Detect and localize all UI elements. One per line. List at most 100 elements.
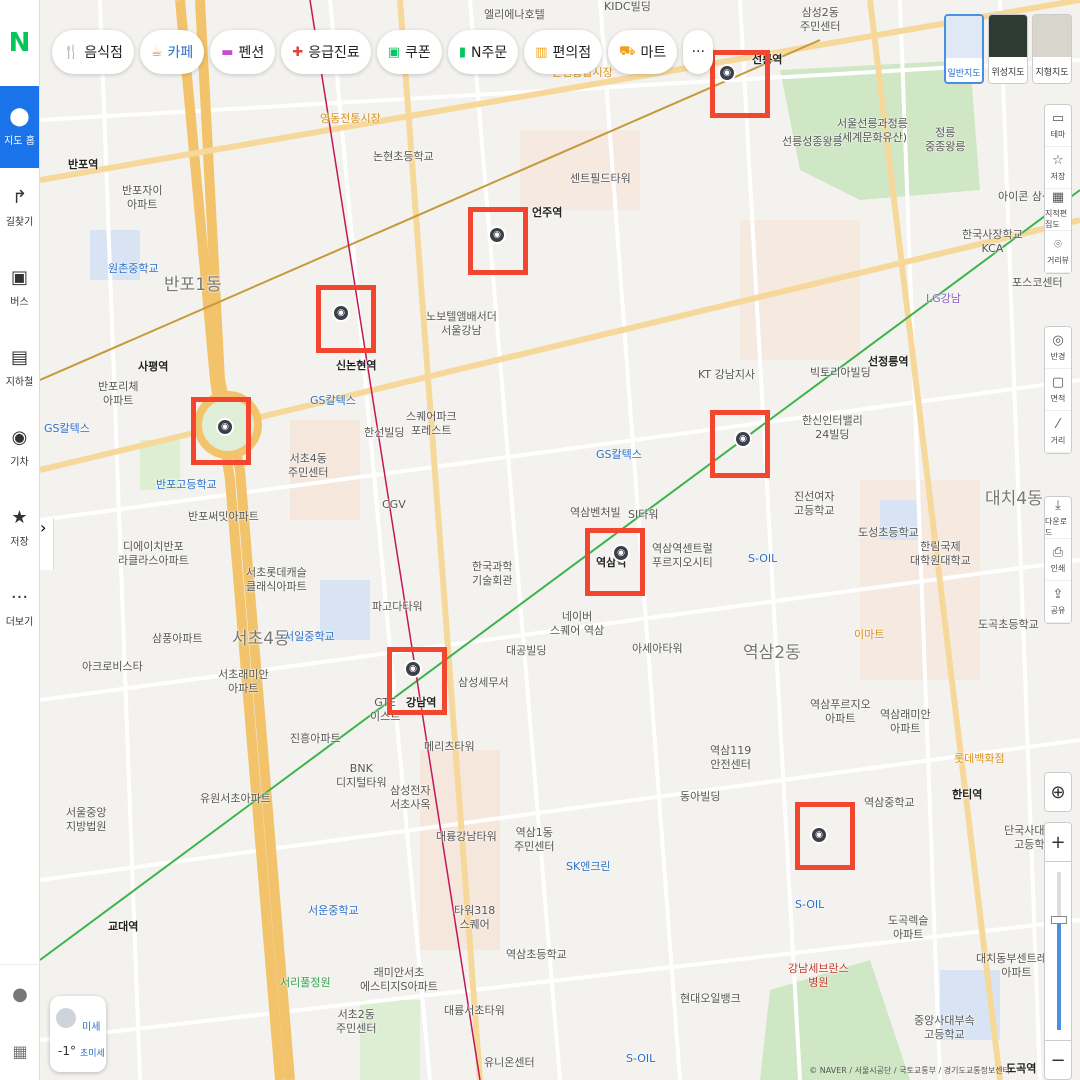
rail-item-more[interactable]: ··· 더보기 <box>0 568 39 648</box>
zoom-slider[interactable] <box>1044 862 1072 1040</box>
poi-label[interactable]: 유원서초아파트 <box>200 792 271 806</box>
poi-label[interactable]: GS칼텍스 <box>44 422 90 436</box>
poi-label[interactable]: 서리풀정원 <box>280 976 331 990</box>
apps-grid-icon[interactable]: ▦ <box>12 1042 27 1061</box>
rail-item-bus[interactable]: ▣ 버스 <box>0 248 39 328</box>
rail-item-subway[interactable]: ▤ 지하철 <box>0 328 39 408</box>
station-label[interactable]: 한티역 <box>952 788 982 802</box>
poi-label[interactable]: 노보텔앰배서더 서울강남 <box>426 310 497 338</box>
poi-label[interactable]: 삼성전자 서초사옥 <box>390 784 430 812</box>
poi-label[interactable]: GS칼텍스 <box>310 394 356 408</box>
poi-label[interactable]: 역삼초등학교 <box>506 948 567 962</box>
poi-label[interactable]: 강남세브란스 병원 <box>788 962 849 990</box>
poi-label[interactable]: 역삼푸르지오 아파트 <box>810 698 871 726</box>
poi-label[interactable]: 중앙사대부속 고등학교 <box>914 1014 975 1042</box>
poi-label[interactable]: 대륭강남타워 <box>436 830 497 844</box>
tool-radius[interactable]: ◎ 반경 <box>1045 327 1071 369</box>
rail-item-directions[interactable]: ↱ 길찾기 <box>0 168 39 248</box>
chip-n-order[interactable]: ▮ N주문 <box>447 30 519 74</box>
poi-label[interactable]: 역삼벤처빌 <box>570 506 621 520</box>
poi-label[interactable]: 엘리에나호텔 <box>484 8 545 22</box>
poi-label[interactable]: S-OIL <box>748 552 777 566</box>
poi-label[interactable]: 네이버 스퀘어 역삼 <box>550 610 604 638</box>
poi-label[interactable]: 도성초등학교 <box>858 526 919 540</box>
poi-label[interactable]: 서초4동 주민센터 <box>288 452 328 480</box>
poi-label[interactable]: 현대오일뱅크 <box>680 992 741 1006</box>
poi-label[interactable]: 서초롯데캐슬 클래식아파트 <box>246 566 307 594</box>
station-label[interactable]: 신논현역 <box>336 359 376 373</box>
station-label[interactable]: 선정릉역 <box>868 355 908 369</box>
poi-label[interactable]: SK엔크린 <box>566 860 611 874</box>
poi-label[interactable]: 대공빌딩 <box>506 644 546 658</box>
poi-label[interactable]: 정릉 중종왕릉 <box>925 126 965 154</box>
map-canvas[interactable]: 반포1동 서초4동 대치4동 역삼2동 반포역 사평역 신논현역 언주역 선릉역… <box>40 0 1080 1080</box>
poi-label[interactable]: 삼성세무서 <box>458 676 509 690</box>
poi-label[interactable]: 한국과학 기술회관 <box>472 560 512 588</box>
naver-logo[interactable]: N <box>0 0 39 86</box>
chip-restaurant[interactable]: 🍴 음식점 <box>52 30 134 74</box>
poi-label[interactable]: GS칼텍스 <box>596 448 642 462</box>
poi-label[interactable]: 반포써밋아파트 <box>188 510 259 524</box>
poi-label[interactable]: 서울중앙 지방법원 <box>66 806 106 834</box>
poi-label[interactable]: 서울선릉과정릉 (세계문화유산) <box>837 117 908 145</box>
tool-distance[interactable]: ⁄ 거리 <box>1045 411 1071 453</box>
poi-label[interactable]: 한림국제 대학원대학교 <box>910 540 971 568</box>
poi-label[interactable]: 디에이치반포 라클라스아파트 <box>118 540 189 568</box>
tool-download[interactable]: ⤓ 다운로드 <box>1045 497 1071 539</box>
poi-label[interactable]: 영동전통시장 <box>320 112 381 126</box>
poi-label[interactable]: 롯데백화점 <box>954 752 1005 766</box>
poi-label[interactable]: 서운중학교 <box>308 904 359 918</box>
poi-label[interactable]: 파고다타워 <box>372 600 423 614</box>
poi-label[interactable]: KIDC빌딩 <box>604 0 651 14</box>
poi-label[interactable]: 한신인터밸리 24빌딩 <box>802 414 863 442</box>
poi-label[interactable]: 동아빌딩 <box>680 790 720 804</box>
poi-label[interactable]: 반포자이 아파트 <box>122 184 162 212</box>
layer-normal[interactable]: 일반지도 <box>944 14 984 84</box>
poi-label[interactable]: CGV <box>382 498 406 512</box>
poi-label[interactable]: 센트필드타워 <box>570 172 631 186</box>
poi-label[interactable]: 역삼역센트럴 푸르지오시티 <box>652 542 713 570</box>
poi-label[interactable]: 삼풍아파트 <box>152 632 203 646</box>
chip-cafe[interactable]: ☕ 카페 <box>139 30 205 74</box>
poi-label[interactable]: 서초2동 주민센터 <box>336 1008 376 1036</box>
poi-label[interactable]: 원촌중학교 <box>108 262 159 276</box>
poi-label[interactable]: S-OIL <box>626 1052 655 1066</box>
tool-save[interactable]: ☆ 저장 <box>1045 147 1071 189</box>
chips-more-button[interactable]: ··· <box>683 30 714 74</box>
station-label[interactable]: 교대역 <box>108 920 138 934</box>
station-label[interactable]: 반포역 <box>68 158 98 172</box>
poi-label[interactable]: 한국사장학교 KCA <box>962 228 1023 256</box>
rail-item-train[interactable]: ◉ 기차 <box>0 408 39 488</box>
poi-label[interactable]: 빅토리아빌딩 <box>810 366 871 380</box>
poi-label[interactable]: 서일중학교 <box>284 630 335 644</box>
chip-emergency[interactable]: ✚ 응급진료 <box>281 30 371 74</box>
poi-label[interactable]: 아크로비스타 <box>82 660 143 674</box>
poi-label[interactable]: 포스코센터 <box>1012 276 1063 290</box>
poi-label[interactable]: 역삼119 안전센터 <box>710 744 751 772</box>
rail-item-map-home[interactable]: ⬤ 지도 홈 <box>0 86 39 168</box>
rail-item-saved[interactable]: ★ 저장 <box>0 488 39 568</box>
user-icon[interactable]: ● <box>12 984 28 1005</box>
station-label[interactable]: 사평역 <box>138 360 168 374</box>
poi-label[interactable]: 유니온센터 <box>484 1056 535 1070</box>
poi-label[interactable]: 대륭서초타워 <box>444 1004 505 1018</box>
tool-area[interactable]: ▢ 면적 <box>1045 369 1071 411</box>
poi-label[interactable]: 진흥아파트 <box>290 732 341 746</box>
tool-theme[interactable]: ▭ 테마 <box>1045 105 1071 147</box>
station-label[interactable]: 도곡역 <box>1006 1062 1036 1076</box>
poi-label[interactable]: 래미안서초 에스티지S아파트 <box>360 966 438 994</box>
chip-coupon[interactable]: ▣ 쿠폰 <box>376 30 442 74</box>
tool-share[interactable]: ⇪ 공유 <box>1045 581 1071 623</box>
poi-label[interactable]: 역삼1동 주민센터 <box>514 826 554 854</box>
zoom-in-button[interactable]: + <box>1044 822 1072 862</box>
tool-cadastral[interactable]: ▦ 지적편집도 <box>1045 189 1071 231</box>
tool-streetview[interactable]: ⌾ 거리뷰 <box>1045 231 1071 273</box>
poi-label[interactable]: 도곡렉슬 아파트 <box>888 914 928 942</box>
poi-label[interactable]: SI타워 <box>628 508 658 522</box>
poi-label[interactable]: 서초래미안 아파트 <box>218 668 269 696</box>
poi-label[interactable]: 도곡초등학교 <box>978 618 1039 632</box>
poi-label[interactable]: S-OIL <box>795 898 824 912</box>
panel-collapse-button[interactable]: › <box>40 518 54 570</box>
station-label[interactable]: 언주역 <box>532 206 562 220</box>
poi-label[interactable]: 반포고등학교 <box>156 478 217 492</box>
